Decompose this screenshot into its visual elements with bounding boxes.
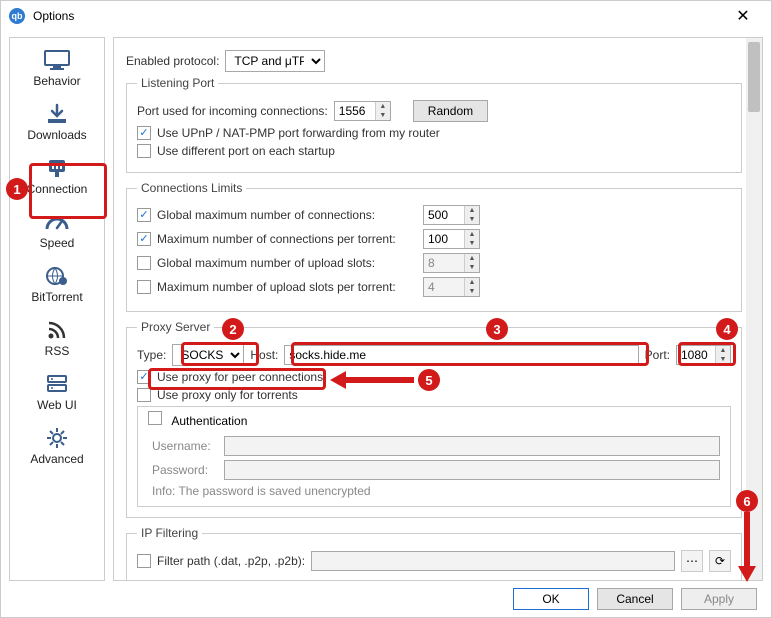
per-torrent-conn-checkbox[interactable] [137, 232, 151, 246]
per-torrent-conn-label: Maximum number of connections per torren… [157, 232, 417, 246]
titlebar: qb Options ✕ [1, 1, 771, 31]
password-label: Password: [152, 463, 218, 477]
global-upload-slots-label: Global maximum number of upload slots: [157, 256, 417, 270]
proxy-type-select[interactable]: SOCKS5 [172, 344, 244, 366]
sidebar-item-bittorrent[interactable]: BitTorrent [12, 260, 102, 308]
sidebar-item-advanced[interactable]: Advanced [12, 422, 102, 470]
proxy-peer-checkbox[interactable] [137, 370, 151, 384]
listening-port-group: Listening Port Port used for incoming co… [126, 76, 742, 173]
globe-gear-icon [41, 264, 73, 288]
sidebar-label: Web UI [37, 398, 77, 412]
browse-filter-button[interactable]: ⋯ [681, 550, 703, 572]
proxy-only-torrents-label: Use proxy only for torrents [157, 388, 298, 402]
server-icon [41, 372, 73, 396]
sidebar-label: Advanced [30, 452, 83, 466]
sidebar: Behavior Downloads Connection Speed [9, 37, 105, 581]
annotation-badge-1: 1 [6, 178, 28, 200]
gauge-icon [41, 210, 73, 234]
download-icon [41, 102, 73, 126]
scrollbar-thumb[interactable] [748, 42, 760, 112]
annotation-badge-3: 3 [486, 318, 508, 340]
sidebar-label: Speed [40, 236, 75, 250]
filter-path-label: Filter path (.dat, .p2p, .p2b): [157, 554, 305, 568]
filter-path-checkbox[interactable] [137, 554, 151, 568]
global-max-conn-input[interactable]: ▲▼ [423, 205, 480, 225]
enabled-protocol-label: Enabled protocol: [126, 54, 219, 68]
proxy-host-label: Host: [250, 348, 278, 362]
upnp-label: Use UPnP / NAT-PMP port forwarding from … [157, 126, 440, 140]
username-input [224, 436, 720, 456]
sidebar-label: Connection [27, 182, 88, 196]
global-max-conn-label: Global maximum number of connections: [157, 208, 417, 222]
per-torrent-upload-slots-label: Maximum number of upload slots per torre… [157, 280, 417, 294]
sidebar-label: Behavior [33, 74, 80, 88]
sidebar-item-webui[interactable]: Web UI [12, 368, 102, 416]
sidebar-label: BitTorrent [31, 290, 82, 304]
incoming-port-input[interactable]: ▲▼ [334, 101, 391, 121]
proxy-host-input[interactable] [284, 345, 638, 365]
rss-icon [41, 318, 73, 342]
different-port-label: Use different port on each startup [157, 144, 335, 158]
global-upload-slots-input: ▲▼ [423, 253, 480, 273]
ok-button[interactable]: OK [513, 588, 589, 610]
window-title: Options [33, 9, 723, 23]
connection-limits-legend: Connections Limits [137, 181, 246, 195]
listening-port-legend: Listening Port [137, 76, 218, 90]
password-input [224, 460, 720, 480]
sidebar-item-behavior[interactable]: Behavior [12, 44, 102, 92]
proxy-peer-label: Use proxy for peer connections [157, 370, 323, 384]
filter-path-input[interactable] [311, 551, 675, 571]
proxy-type-label: Type: [137, 348, 166, 362]
spin-up-icon[interactable]: ▲ [376, 102, 390, 111]
annotation-badge-5: 5 [418, 369, 440, 391]
gear-icon [41, 426, 73, 450]
incoming-port-label: Port used for incoming connections: [137, 104, 328, 118]
authentication-group: Authentication Username: Password: Info:… [137, 406, 731, 507]
username-label: Username: [152, 439, 218, 453]
ip-filtering-group: IP Filtering Filter path (.dat, .p2p, .p… [126, 526, 742, 580]
monitor-icon [41, 48, 73, 72]
global-upload-slots-checkbox[interactable] [137, 256, 151, 270]
different-port-checkbox[interactable] [137, 144, 151, 158]
authentication-checkbox[interactable] [148, 411, 162, 425]
connection-limits-group: Connections Limits Global maximum number… [126, 181, 742, 312]
spin-down-icon[interactable]: ▼ [376, 111, 390, 120]
annotation-badge-2: 2 [222, 318, 244, 340]
cancel-button[interactable]: Cancel [597, 588, 673, 610]
proxy-only-torrents-checkbox[interactable] [137, 388, 151, 402]
per-torrent-upload-slots-checkbox[interactable] [137, 280, 151, 294]
close-icon[interactable]: ✕ [723, 1, 763, 31]
password-info: Info: The password is saved unencrypted [152, 484, 720, 498]
ip-filtering-legend: IP Filtering [137, 526, 202, 540]
sidebar-label: Downloads [27, 128, 86, 142]
connection-icon [41, 156, 73, 180]
enabled-protocol-select[interactable]: TCP and μTP [225, 50, 325, 72]
sidebar-item-rss[interactable]: RSS [12, 314, 102, 362]
main-panel: Enabled protocol: TCP and μTP Listening … [113, 37, 763, 581]
authentication-label: Authentication [171, 414, 247, 428]
global-max-conn-checkbox[interactable] [137, 208, 151, 222]
proxy-port-label: Port: [645, 348, 670, 362]
per-torrent-conn-input[interactable]: ▲▼ [423, 229, 480, 249]
sidebar-item-speed[interactable]: Speed [12, 206, 102, 254]
annotation-badge-4: 4 [716, 318, 738, 340]
reload-filter-button[interactable]: ⟳ [709, 550, 731, 572]
upnp-checkbox[interactable] [137, 126, 151, 140]
sidebar-item-downloads[interactable]: Downloads [12, 98, 102, 146]
annotation-badge-6: 6 [736, 490, 758, 512]
app-icon: qb [9, 8, 25, 24]
sidebar-label: RSS [45, 344, 70, 358]
random-port-button[interactable]: Random [413, 100, 488, 122]
per-torrent-upload-slots-input: ▲▼ [423, 277, 480, 297]
proxy-server-group: Proxy Server Type: SOCKS5 Host: Port: ▲▼… [126, 320, 742, 518]
proxy-port-input[interactable]: ▲▼ [676, 345, 731, 365]
apply-button[interactable]: Apply [681, 588, 757, 610]
proxy-server-legend: Proxy Server [137, 320, 214, 334]
